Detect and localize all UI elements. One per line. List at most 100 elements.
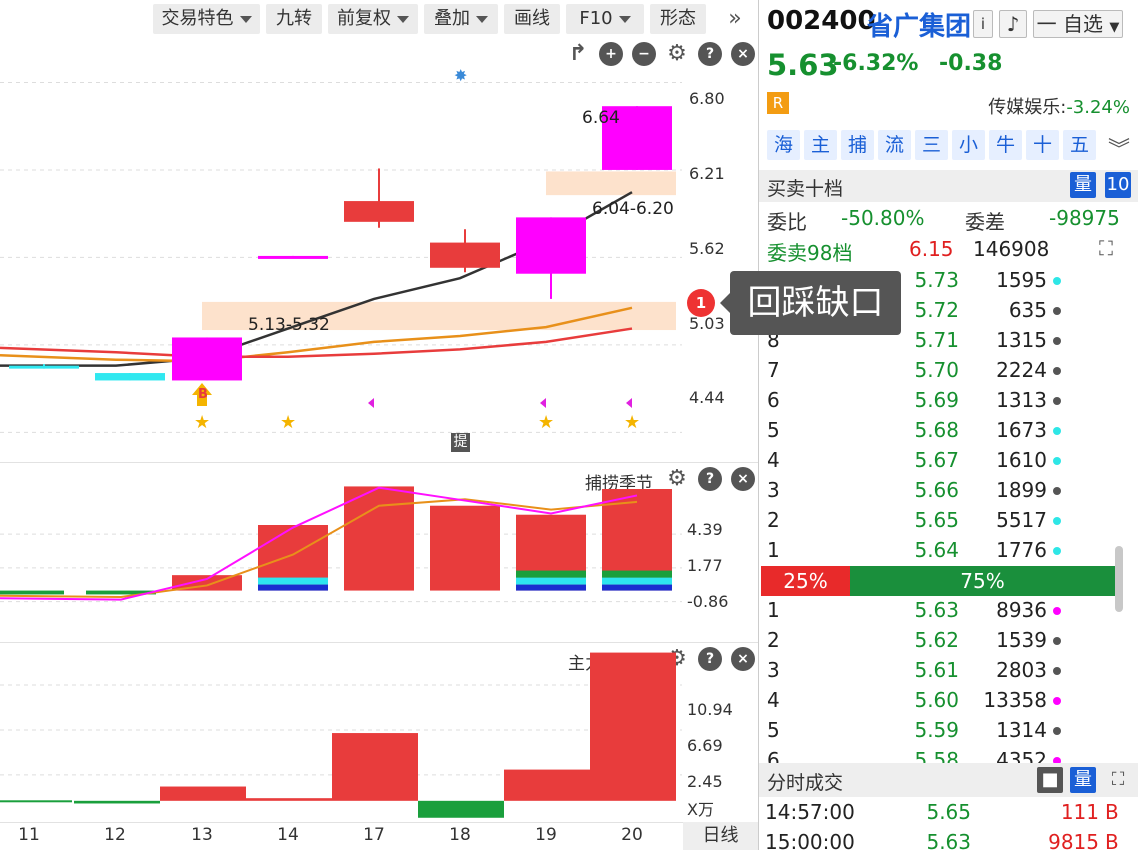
expand-icon[interactable]: ⛶ (1105, 767, 1131, 793)
orderbook-row[interactable]: 3 5.66 1899 (759, 476, 1119, 506)
activity-dot (1053, 697, 1061, 705)
tab-wu[interactable]: 五 (1063, 130, 1096, 160)
date-label: 19 (535, 825, 557, 845)
depth-ten-button[interactable]: 10 (1105, 172, 1131, 198)
level-label: 1 (767, 538, 780, 562)
activity-dot (1053, 607, 1061, 615)
activity-dot (1053, 637, 1061, 645)
orderbook-row[interactable]: 1 5.63 8936 (759, 596, 1119, 626)
high-price-label: 6.64 (582, 108, 620, 128)
add-watchlist-button[interactable]: 一 自选 ▼ (1033, 10, 1123, 38)
level-price: 5.60 (914, 688, 959, 712)
level-volume: 2224 (996, 358, 1047, 382)
price-axis-label: 4.44 (689, 388, 725, 407)
f10-button[interactable]: F10 (566, 4, 644, 34)
level-label: 3 (767, 658, 780, 682)
double-chevron-down-icon[interactable]: ︾ (1108, 132, 1130, 164)
sector-info[interactable]: 传媒娱乐:-3.24% (988, 93, 1130, 119)
orderbook-scrollbar[interactable] (1115, 546, 1123, 612)
net-buy-axis-label: 6.69 (687, 736, 723, 755)
net-buy-chart[interactable] (0, 642, 758, 822)
orderbook-row[interactable]: 5 5.68 1673 (759, 416, 1119, 446)
tip-marker[interactable]: 提 (451, 433, 470, 452)
date-label: 12 (104, 825, 126, 845)
quantity-toggle-button[interactable]: 量 (1070, 767, 1096, 793)
activity-dot (1053, 487, 1061, 495)
info-button[interactable]: i (973, 10, 993, 38)
bell-icon[interactable]: ♪ (999, 10, 1027, 38)
orderbook-row[interactable]: 2 5.65 5517 (759, 506, 1119, 536)
level-price: 5.70 (914, 358, 959, 382)
level-volume: 13358 (983, 688, 1047, 712)
level-volume: 5517 (996, 508, 1047, 532)
orderbook-row[interactable]: 6 5.69 1313 (759, 386, 1119, 416)
tab-bu[interactable]: 捕 (841, 130, 874, 160)
orderbook-row[interactable]: 5 5.59 1314 (759, 716, 1119, 746)
activity-dot (1053, 727, 1061, 735)
level-volume: 1899 (996, 478, 1047, 502)
tab-niu[interactable]: 牛 (989, 130, 1022, 160)
orderbook-row[interactable]: 3 5.61 2803 (759, 656, 1119, 686)
tick-time: 14:57:00 (765, 800, 855, 824)
orderbook-row[interactable]: 4 5.67 1610 (759, 446, 1119, 476)
add-watchlist-label: 一 自选 (1036, 12, 1103, 36)
change-amount: -0.38 (939, 51, 1003, 76)
callout-number-badge: 1 (687, 289, 715, 317)
buy-sell-ratio-bar: 25% 75% (761, 566, 1115, 596)
lock-icon[interactable]: ■ (1037, 767, 1063, 793)
level-label: 5 (767, 418, 780, 442)
level-price: 5.66 (914, 478, 959, 502)
tab-xiao[interactable]: 小 (952, 130, 985, 160)
net-buy-bar (0, 800, 72, 803)
change-percent: -6.32% (833, 51, 919, 76)
double-chevron-right-icon[interactable]: » (720, 4, 750, 34)
gap-range-label: 6.04-6.20 (592, 199, 674, 219)
adjust-mode-label: 前复权 (337, 8, 391, 29)
tab-san[interactable]: 三 (915, 130, 948, 160)
tab-zhu[interactable]: 主 (804, 130, 837, 160)
weicha-label: 委差 (965, 210, 1005, 234)
activity-dot (1053, 427, 1061, 435)
ratio-green-segment: 75% (850, 566, 1115, 596)
tab-shi[interactable]: 十 (1026, 130, 1059, 160)
candle-body (258, 255, 328, 259)
period-selector[interactable]: 日线 (683, 822, 758, 850)
orderbook-row[interactable]: 7 5.70 2224 (759, 356, 1119, 386)
overlay-button[interactable]: 叠加 (424, 4, 498, 34)
star-icon: ★ (624, 412, 640, 433)
level-volume: 1313 (996, 388, 1047, 412)
sell98-label: 委卖98档 (767, 241, 853, 265)
date-label: 17 (363, 825, 385, 845)
orderbook-title: 买卖十档 (767, 178, 844, 200)
draw-line-button[interactable]: 画线 (504, 4, 560, 34)
orderbook-row[interactable]: 1 5.64 1776 (759, 536, 1119, 566)
pattern-button[interactable]: 形态 (650, 4, 706, 34)
chevron-down-icon: ▼ (1109, 20, 1120, 35)
chart-area[interactable]: 交易特色 九转 前复权 叠加 画线 F10 形态 » ↱ + − ⚙ ? × ★… (0, 0, 901, 850)
date-label: 20 (621, 825, 643, 845)
expand-icon[interactable]: ⛶ (1099, 236, 1113, 260)
orderbook-row[interactable]: 2 5.62 1539 (759, 626, 1119, 656)
level-label: 2 (767, 508, 780, 532)
nine-turn-button[interactable]: 九转 (266, 4, 322, 34)
level-volume: 635 (1008, 298, 1047, 322)
activity-dot (1053, 457, 1061, 465)
orderbook-row[interactable]: 4 5.60 13358 (759, 686, 1119, 716)
level-label: 2 (767, 628, 780, 652)
net-buy-bar (504, 769, 590, 801)
tab-hai[interactable]: 海 (767, 130, 800, 160)
indicator-chart[interactable] (0, 462, 758, 642)
current-price: 5.63 (767, 48, 839, 82)
trade-features-button[interactable]: 交易特色 (153, 4, 260, 34)
net-buy-bar (74, 800, 160, 804)
activity-dot (1053, 517, 1061, 525)
price-axis-label: 6.21 (689, 164, 725, 183)
tab-liu[interactable]: 流 (878, 130, 911, 160)
adjust-mode-button[interactable]: 前复权 (328, 4, 418, 34)
level-volume: 1610 (996, 448, 1047, 472)
stock-name[interactable]: 省广集团 (867, 6, 971, 43)
quantity-toggle-button[interactable]: 量 (1070, 172, 1096, 198)
nine-turn-label: 九转 (276, 8, 312, 29)
indicator-stack-blue (516, 584, 586, 591)
candlestick-chart[interactable]: ★ ★ ★ ★ ✸ (0, 38, 758, 462)
